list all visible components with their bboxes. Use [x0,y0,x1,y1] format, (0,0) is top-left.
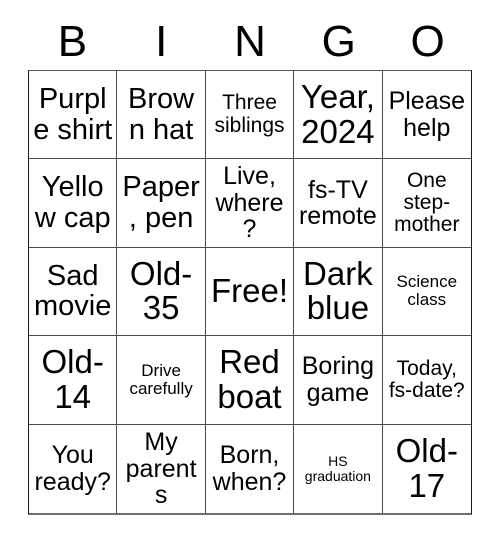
bingo-cell-label: You ready? [34,441,111,496]
bingo-cell-label: fs-TV remote [298,175,377,231]
bingo-cell[interactable]: Old-14 [29,336,118,425]
bingo-header-letter-b: B [57,17,88,66]
bingo-cell[interactable]: Yellow cap [29,159,118,248]
bingo-cell-label: Live, where? [215,162,284,244]
bingo-cell[interactable]: Science class [382,247,471,337]
bingo-cell-label: Yellow cap [34,171,111,235]
bingo-cell-label: Today, fs-date? [388,356,465,402]
bingo-cell-label: Brown hat [128,82,195,146]
bingo-cell[interactable]: Brown hat [117,71,206,160]
bingo-cell-label: Old-35 [129,254,193,327]
bingo-cell[interactable]: Three siblings [205,71,295,160]
bingo-cell[interactable]: Drive carefully [117,336,206,425]
bingo-cell-label: Sad movie [34,259,112,323]
bingo-cell[interactable]: Born, when? [205,424,295,513]
bingo-cell-label: Dark blue [303,254,373,327]
bingo-header-letter-n: N [234,17,266,66]
bingo-cell[interactable]: Red boat [205,336,295,425]
bingo-cell-label: Old-17 [395,431,458,504]
bingo-cell-label: Please help [388,87,466,142]
bingo-cell-label: Year, 2024 [300,77,375,150]
bingo-cell[interactable]: You ready? [29,424,118,513]
bingo-cell[interactable]: Paper, pen [117,159,206,248]
bingo-cell[interactable]: One step-mother [382,159,471,248]
bingo-cell-label: Boring game [301,352,375,407]
bingo-cell-label: Old-14 [41,342,104,415]
bingo-cell[interactable]: Old-35 [117,247,206,337]
bingo-cell-label: Drive carefully [129,360,193,398]
bingo-cell-label: Born, when? [212,441,287,496]
bingo-grid: Purple shirt Brown hat Three siblings Year,… [28,70,472,515]
bingo-cell[interactable]: fs-TV remote [294,159,383,248]
bingo-cell[interactable]: Boring game [294,336,383,425]
bingo-header-letter-o: O [410,17,445,66]
bingo-header-letter-i: I [155,17,168,66]
bingo-free-space[interactable]: Free! [205,247,295,337]
bingo-header-letter-g: G [321,17,356,66]
bingo-cell-label: My parents [125,428,197,510]
bingo-cell[interactable]: Old-17 [382,424,471,513]
bingo-cell-label: Purple shirt [33,82,113,146]
bingo-cell-label: HS graduation [304,452,371,484]
bingo-cell[interactable]: Purple shirt [29,71,118,160]
bingo-header-row: BINGO [28,14,472,70]
bingo-cell[interactable]: Sad movie [29,247,118,337]
bingo-cell-label: Red boat [217,342,282,415]
bingo-cell-label: One step-mother [394,168,460,237]
bingo-cell[interactable]: Year, 2024 [294,71,383,160]
bingo-cell-label: Paper, pen [122,171,200,235]
bingo-cell[interactable]: Dark blue [294,247,383,337]
bingo-cell[interactable]: Live, where? [205,159,295,248]
bingo-cell[interactable]: HS graduation [294,424,383,513]
bingo-cell[interactable]: Please help [382,71,471,160]
bingo-cell-label: Science class [396,272,458,310]
bingo-card: B I N G O Purple shirt Brown hat Three sibling… [0,0,500,544]
bingo-cell-label: Three siblings [214,91,285,137]
bingo-cell-label: Free! [210,272,288,309]
bingo-cell[interactable]: My parents [117,424,206,513]
bingo-cell[interactable]: Today, fs-date? [382,336,471,425]
